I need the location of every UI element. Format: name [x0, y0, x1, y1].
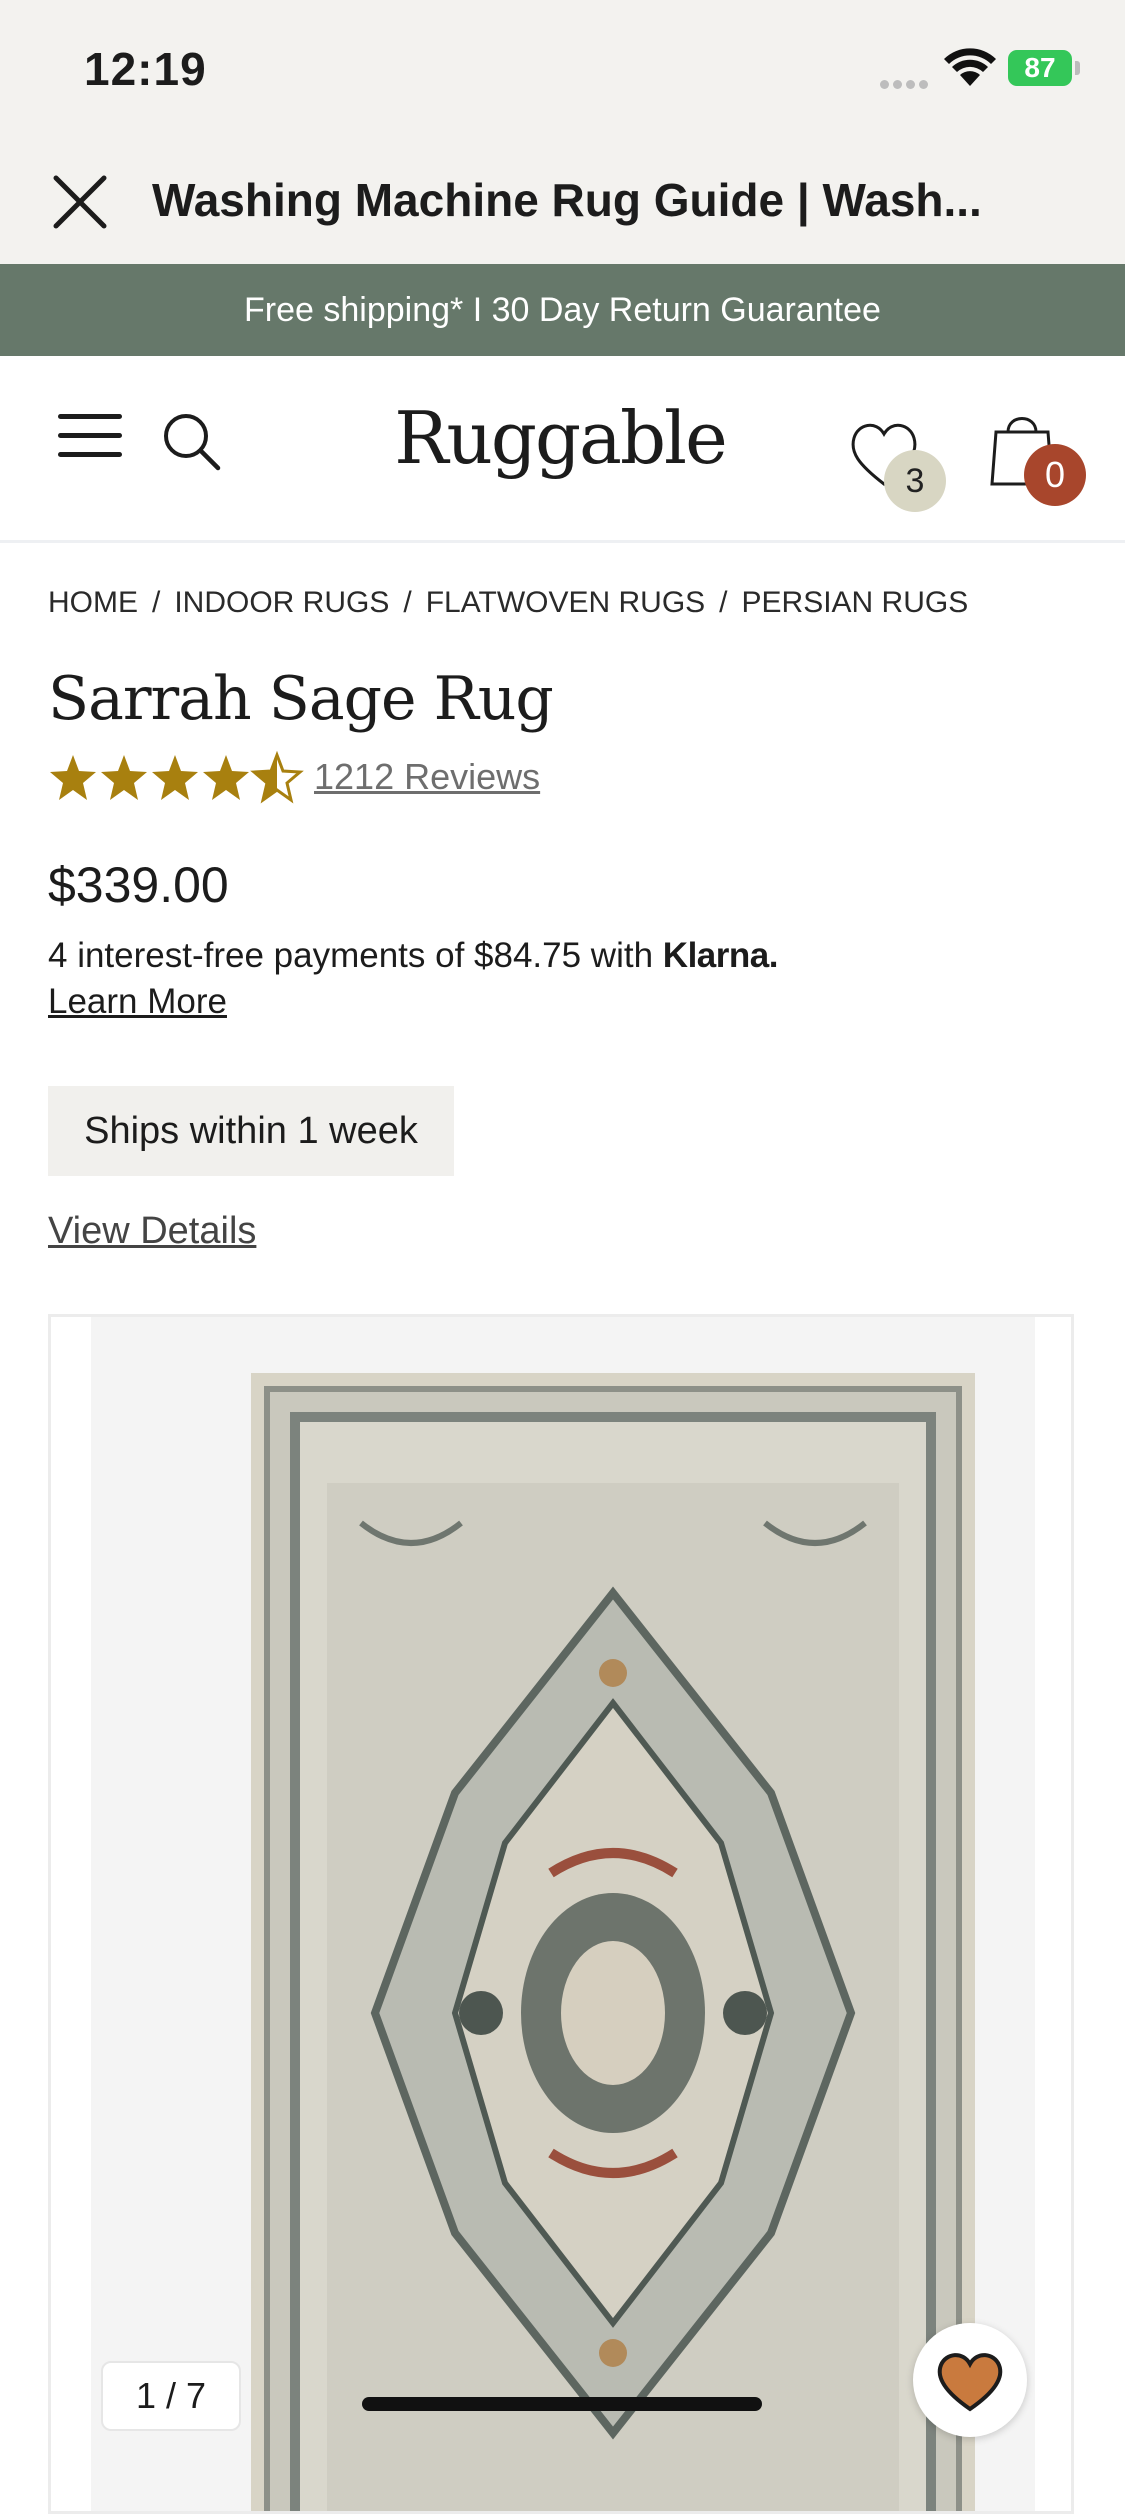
klarna-message: 4 interest-free payments of $84.75 with … — [48, 936, 778, 976]
view-details-link[interactable]: View Details — [48, 1210, 256, 1253]
image-counter: 1 / 7 — [101, 2361, 241, 2431]
shipping-badge: Ships within 1 week — [48, 1086, 454, 1176]
promo-banner[interactable]: Free shipping* I 30 Day Return Guarantee — [0, 264, 1125, 356]
status-time: 12:19 — [84, 43, 207, 95]
star-icon — [50, 755, 96, 800]
browser-header: Washing Machine Rug Guide | Wash... — [0, 140, 1125, 264]
cart-count-badge: 0 — [1024, 444, 1086, 506]
product-price: $339.00 — [48, 857, 229, 913]
klarna-logo: Klarna. — [662, 936, 779, 975]
gallery-background — [91, 1317, 1035, 2511]
breadcrumb-indoor-rugs[interactable]: INDOOR RUGS — [174, 586, 389, 619]
reviews-link[interactable]: 1212 Reviews — [314, 756, 540, 798]
favorite-button[interactable] — [913, 2323, 1027, 2437]
battery-tip — [1075, 61, 1080, 75]
star-icon — [101, 755, 147, 800]
star-icon — [203, 755, 249, 800]
breadcrumb: HOME / INDOOR RUGS / FLATWOVEN RUGS / PERSIAN … — [48, 586, 969, 619]
rug-image — [251, 1373, 975, 2511]
heart-icon — [937, 2353, 1003, 2412]
product-image-gallery[interactable]: 1 / 7 — [48, 1314, 1074, 2514]
star-rating — [50, 753, 302, 802]
status-bar: 12:19 87 — [0, 0, 1125, 140]
product-title: Sarrah Sage Rug — [48, 664, 554, 734]
site-header: Ruggable 3 0 — [0, 356, 1125, 543]
breadcrumb-home[interactable]: HOME — [48, 586, 138, 619]
breadcrumb-flatwoven-rugs[interactable]: FLATWOVEN RUGS — [426, 586, 705, 619]
home-indicator — [362, 2397, 762, 2411]
wishlist-count-badge: 3 — [884, 450, 946, 512]
half-star-icon — [252, 753, 302, 802]
cellular-signal-icon — [880, 76, 934, 89]
search-icon[interactable] — [160, 410, 224, 474]
menu-icon[interactable] — [58, 414, 122, 470]
klarna-text: 4 interest-free payments of $84.75 with — [48, 936, 654, 975]
battery-icon: 87 — [1008, 50, 1072, 86]
wifi-icon — [944, 48, 996, 86]
learn-more-link[interactable]: Learn More — [48, 982, 227, 1022]
browser-title: Washing Machine Rug Guide | Wash... — [152, 174, 982, 226]
ruggable-logo[interactable]: Ruggable — [380, 396, 740, 480]
breadcrumb-persian-rugs[interactable]: PERSIAN RUGS — [742, 586, 969, 619]
star-icon — [152, 755, 198, 800]
close-icon[interactable] — [44, 166, 116, 238]
